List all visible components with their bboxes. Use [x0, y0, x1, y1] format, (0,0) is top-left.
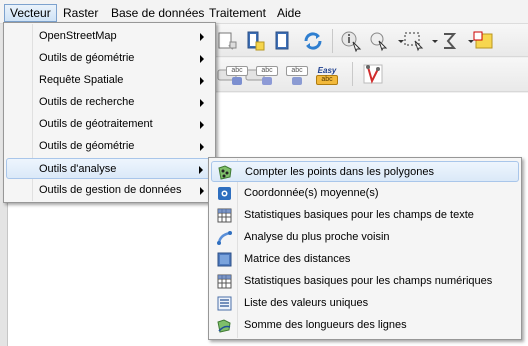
submenu-item-numeric-stats[interactable]: Statistiques basiques pour les champs nu…	[211, 271, 519, 292]
submenu-item-text-stats[interactable]: Statistiques basiques pour les champs de…	[211, 205, 519, 226]
refresh-icon[interactable]	[302, 30, 324, 52]
submenu-item-count-points[interactable]: Compter les points dans les polygones	[211, 161, 519, 182]
vector-menu: OpenStreetMap Outils de géométrie Requêt…	[3, 22, 216, 203]
topology-checker-icon[interactable]	[362, 63, 384, 85]
analysis-submenu: Compter les points dans les polygones Co…	[208, 157, 522, 340]
submenu-item-label: Statistiques basiques pour les champs nu…	[244, 275, 493, 287]
toolbar-attributes	[210, 24, 528, 57]
submenu-item-mean-coordinates[interactable]: Coordonnée(s) moyenne(s)	[211, 183, 519, 204]
menubar: Vecteur Raster Base de données Traitemen…	[0, 0, 528, 24]
distance-matrix-icon	[216, 251, 233, 268]
menu-item-outils-analyse[interactable]: Outils d'analyse	[6, 158, 213, 179]
move-label-icon[interactable]: abc	[286, 66, 308, 86]
submenu-arrow-icon	[200, 33, 204, 41]
menu-aide[interactable]: Aide	[272, 4, 306, 22]
show-hide-labels-icon[interactable]: abc	[256, 66, 278, 86]
menu-item-label: Outils de géotraitement	[39, 118, 153, 130]
expression-select-icon[interactable]	[438, 30, 460, 52]
table-stats-icon	[216, 207, 233, 224]
new-bookmark-icon[interactable]	[244, 30, 266, 52]
dropdown-arrow-icon[interactable]	[390, 30, 404, 52]
dropdown-arrow-icon[interactable]	[460, 30, 474, 52]
submenu-arrow-icon	[200, 77, 204, 85]
deselect-icon[interactable]	[472, 30, 494, 52]
menu-item-outils-geometrie[interactable]: Outils de géométrie	[6, 48, 213, 69]
submenu-item-nearest-neighbour[interactable]: Analyse du plus proche voisin	[211, 227, 519, 248]
select-rectangle-icon[interactable]	[402, 30, 424, 52]
menu-item-label: Outils d'analyse	[39, 163, 117, 175]
menu-item-outils-gestion-donnees[interactable]: Outils de gestion de données	[6, 180, 213, 201]
menu-item-label: Requête Spatiale	[39, 74, 124, 86]
menu-vecteur[interactable]: Vecteur	[4, 4, 57, 22]
submenu-item-label: Analyse du plus proche voisin	[244, 231, 390, 243]
menu-item-label: Outils de géométrie	[39, 140, 135, 152]
show-arrow	[262, 77, 272, 85]
submenu-arrow-icon	[200, 121, 204, 129]
menu-base-de-donnees[interactable]: Base de données	[106, 4, 209, 22]
submenu-item-label: Compter les points dans les polygones	[245, 166, 434, 178]
identify-select-icon[interactable]	[368, 30, 390, 52]
menu-item-openstreetmap[interactable]: OpenStreetMap	[6, 26, 213, 47]
nearest-neighbour-icon	[216, 229, 233, 246]
count-points-icon	[217, 164, 234, 181]
menu-item-requete-spatiale[interactable]: Requête Spatiale	[6, 70, 213, 91]
easy-label-text: Easy	[317, 66, 337, 75]
toolbar-separator	[332, 29, 333, 53]
easy-label-tag: abc	[316, 75, 338, 85]
submenu-item-label: Matrice des distances	[244, 253, 351, 265]
unique-values-icon	[216, 295, 233, 312]
sum-lines-icon	[216, 317, 233, 334]
pin-arrow	[232, 77, 242, 85]
submenu-arrow-icon	[200, 99, 204, 107]
menu-item-label: OpenStreetMap	[39, 30, 117, 42]
refresh-list-icon[interactable]	[216, 30, 238, 52]
submenu-arrow-icon	[199, 166, 203, 174]
submenu-item-distance-matrix[interactable]: Matrice des distances	[211, 249, 519, 270]
menu-raster[interactable]: Raster	[58, 4, 103, 22]
toolbar-separator	[352, 62, 353, 86]
label-tag: abc	[226, 66, 248, 76]
menu-traitement[interactable]: Traitement	[204, 4, 271, 22]
dropdown-arrow-icon[interactable]	[424, 30, 438, 52]
submenu-arrow-icon	[200, 55, 204, 63]
show-bookmarks-icon[interactable]	[272, 30, 294, 52]
table-stats-icon	[216, 273, 233, 290]
label-tag: abc	[286, 66, 308, 76]
submenu-item-sum-lines[interactable]: Somme des longueurs des lignes	[211, 315, 519, 336]
menu-item-outils-geotraitement[interactable]: Outils de géotraitement	[6, 114, 213, 135]
mean-coordinates-icon	[216, 185, 233, 202]
move-arrow	[292, 77, 302, 85]
submenu-item-label: Liste des valeurs uniques	[244, 297, 369, 309]
submenu-item-label: Statistiques basiques pour les champs de…	[244, 209, 474, 221]
menu-item-outils-geometrie-2[interactable]: Outils de géométrie	[6, 136, 213, 157]
menu-item-label: Outils de recherche	[39, 96, 135, 108]
menu-item-label: Outils de géométrie	[39, 52, 135, 64]
submenu-arrow-icon	[200, 143, 204, 151]
easy-labels-icon[interactable]: Easy abc	[316, 66, 338, 86]
submenu-item-label: Coordonnée(s) moyenne(s)	[244, 187, 379, 199]
submenu-item-label: Somme des longueurs des lignes	[244, 319, 407, 331]
pin-labels-icon[interactable]: abc	[226, 66, 248, 86]
submenu-arrow-icon	[200, 187, 204, 195]
label-tag: abc	[256, 66, 278, 76]
submenu-item-unique-values[interactable]: Liste des valeurs uniques	[211, 293, 519, 314]
identify-icon[interactable]	[340, 30, 362, 52]
menu-item-outils-recherche[interactable]: Outils de recherche	[6, 92, 213, 113]
menu-item-label: Outils de gestion de données	[39, 184, 182, 196]
